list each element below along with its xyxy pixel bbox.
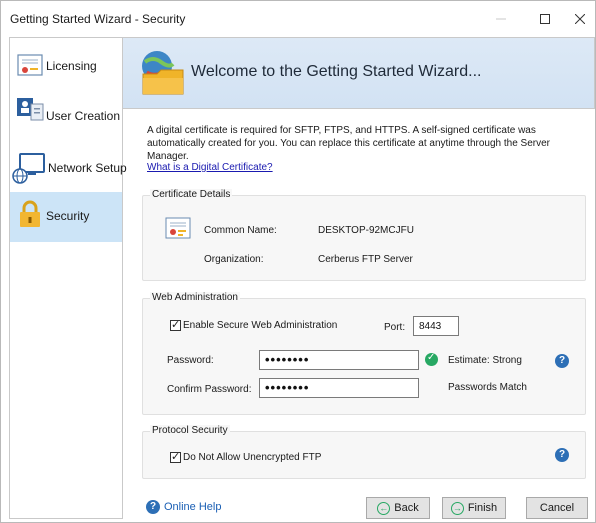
sidebar-item-label: Network Setup: [48, 161, 127, 175]
check-circle-icon: [425, 352, 438, 366]
certificate-icon: [165, 217, 191, 239]
help-icon[interactable]: ?: [555, 354, 569, 368]
sidebar-item-security[interactable]: Security: [10, 192, 122, 242]
confirm-password-label: Confirm Password:: [167, 384, 252, 395]
passwords-match-status: Passwords Match: [448, 382, 527, 393]
maximize-icon: [540, 14, 550, 24]
network-icon: [12, 153, 45, 184]
cancel-button-label: Cancel: [539, 502, 575, 514]
organization-value: Cerberus FTP Server: [318, 254, 413, 265]
folder-globe-icon: [142, 51, 184, 95]
cancel-button[interactable]: Cancel: [526, 497, 588, 519]
disallow-unencrypted-ftp-label: Do Not Allow Unencrypted FTP: [183, 452, 322, 463]
help-icon[interactable]: ?: [555, 448, 569, 462]
finish-button[interactable]: → Finish: [442, 497, 506, 519]
maximize-button[interactable]: [523, 1, 567, 37]
group-title: Protocol Security: [150, 425, 230, 436]
sidebar-item-licensing[interactable]: Licensing: [10, 42, 122, 92]
users-icon: [17, 98, 44, 121]
confirm-password-field[interactable]: ••••••••: [259, 378, 419, 398]
minimize-icon: [496, 18, 506, 20]
online-help-label: Online Help: [164, 501, 222, 513]
wizard-sidebar: Licensing User Creation Network Setup Se…: [9, 37, 127, 519]
protocol-security-group: Protocol Security Do Not Allow Unencrypt…: [142, 425, 586, 479]
password-field[interactable]: ••••••••: [259, 350, 419, 370]
certificate-details-group: Certificate Details Common Name: DESKTOP…: [142, 189, 586, 281]
sidebar-item-label: Licensing: [46, 59, 97, 73]
common-name-label: Common Name:: [204, 225, 277, 236]
arrow-left-icon: ←: [377, 501, 391, 515]
password-label: Password:: [167, 355, 214, 366]
enable-web-admin-checkbox[interactable]: [170, 318, 181, 332]
group-title: Web Administration: [150, 292, 240, 303]
wizard-window: Getting Started Wizard - Security Licens…: [0, 0, 596, 523]
disallow-unencrypted-ftp-checkbox[interactable]: [170, 450, 181, 464]
back-button-label: Back: [394, 502, 419, 514]
finish-button-label: Finish: [467, 502, 498, 514]
group-title: Certificate Details: [150, 189, 233, 200]
title-bar: Getting Started Wizard - Security: [1, 1, 595, 37]
common-name-value: DESKTOP-92MCJFU: [318, 225, 414, 236]
certificate-icon: [17, 54, 43, 76]
help-icon: ?: [146, 500, 160, 514]
sidebar-item-user-creation[interactable]: User Creation: [10, 92, 122, 142]
sidebar-item-label: Security: [46, 209, 90, 223]
back-button[interactable]: ← Back: [366, 497, 430, 519]
port-label: Port:: [384, 322, 406, 333]
intro-text: A digital certificate is required for SF…: [147, 125, 550, 162]
wizard-header: Welcome to the Getting Started Wizard...: [123, 37, 595, 109]
close-icon: [575, 14, 585, 24]
enable-web-admin-label: Enable Secure Web Administration: [183, 320, 338, 331]
sidebar-item-label: User Creation: [46, 109, 121, 123]
digital-certificate-link[interactable]: What is a Digital Certificate?: [147, 162, 273, 173]
organization-label: Organization:: [204, 254, 264, 265]
window-title: Getting Started Wizard - Security: [10, 12, 186, 26]
sidebar-item-network-setup[interactable]: Network Setup: [10, 142, 127, 192]
page-title: Welcome to the Getting Started Wizard...: [191, 63, 482, 80]
password-strength: Estimate: Strong: [448, 355, 522, 366]
lock-icon: [20, 200, 40, 227]
close-button[interactable]: [563, 1, 596, 37]
web-administration-group: Web Administration Enable Secure Web Adm…: [142, 292, 586, 415]
minimize-button[interactable]: [479, 1, 523, 37]
arrow-right-icon: →: [450, 501, 464, 515]
port-field[interactable]: 8443: [413, 316, 459, 336]
